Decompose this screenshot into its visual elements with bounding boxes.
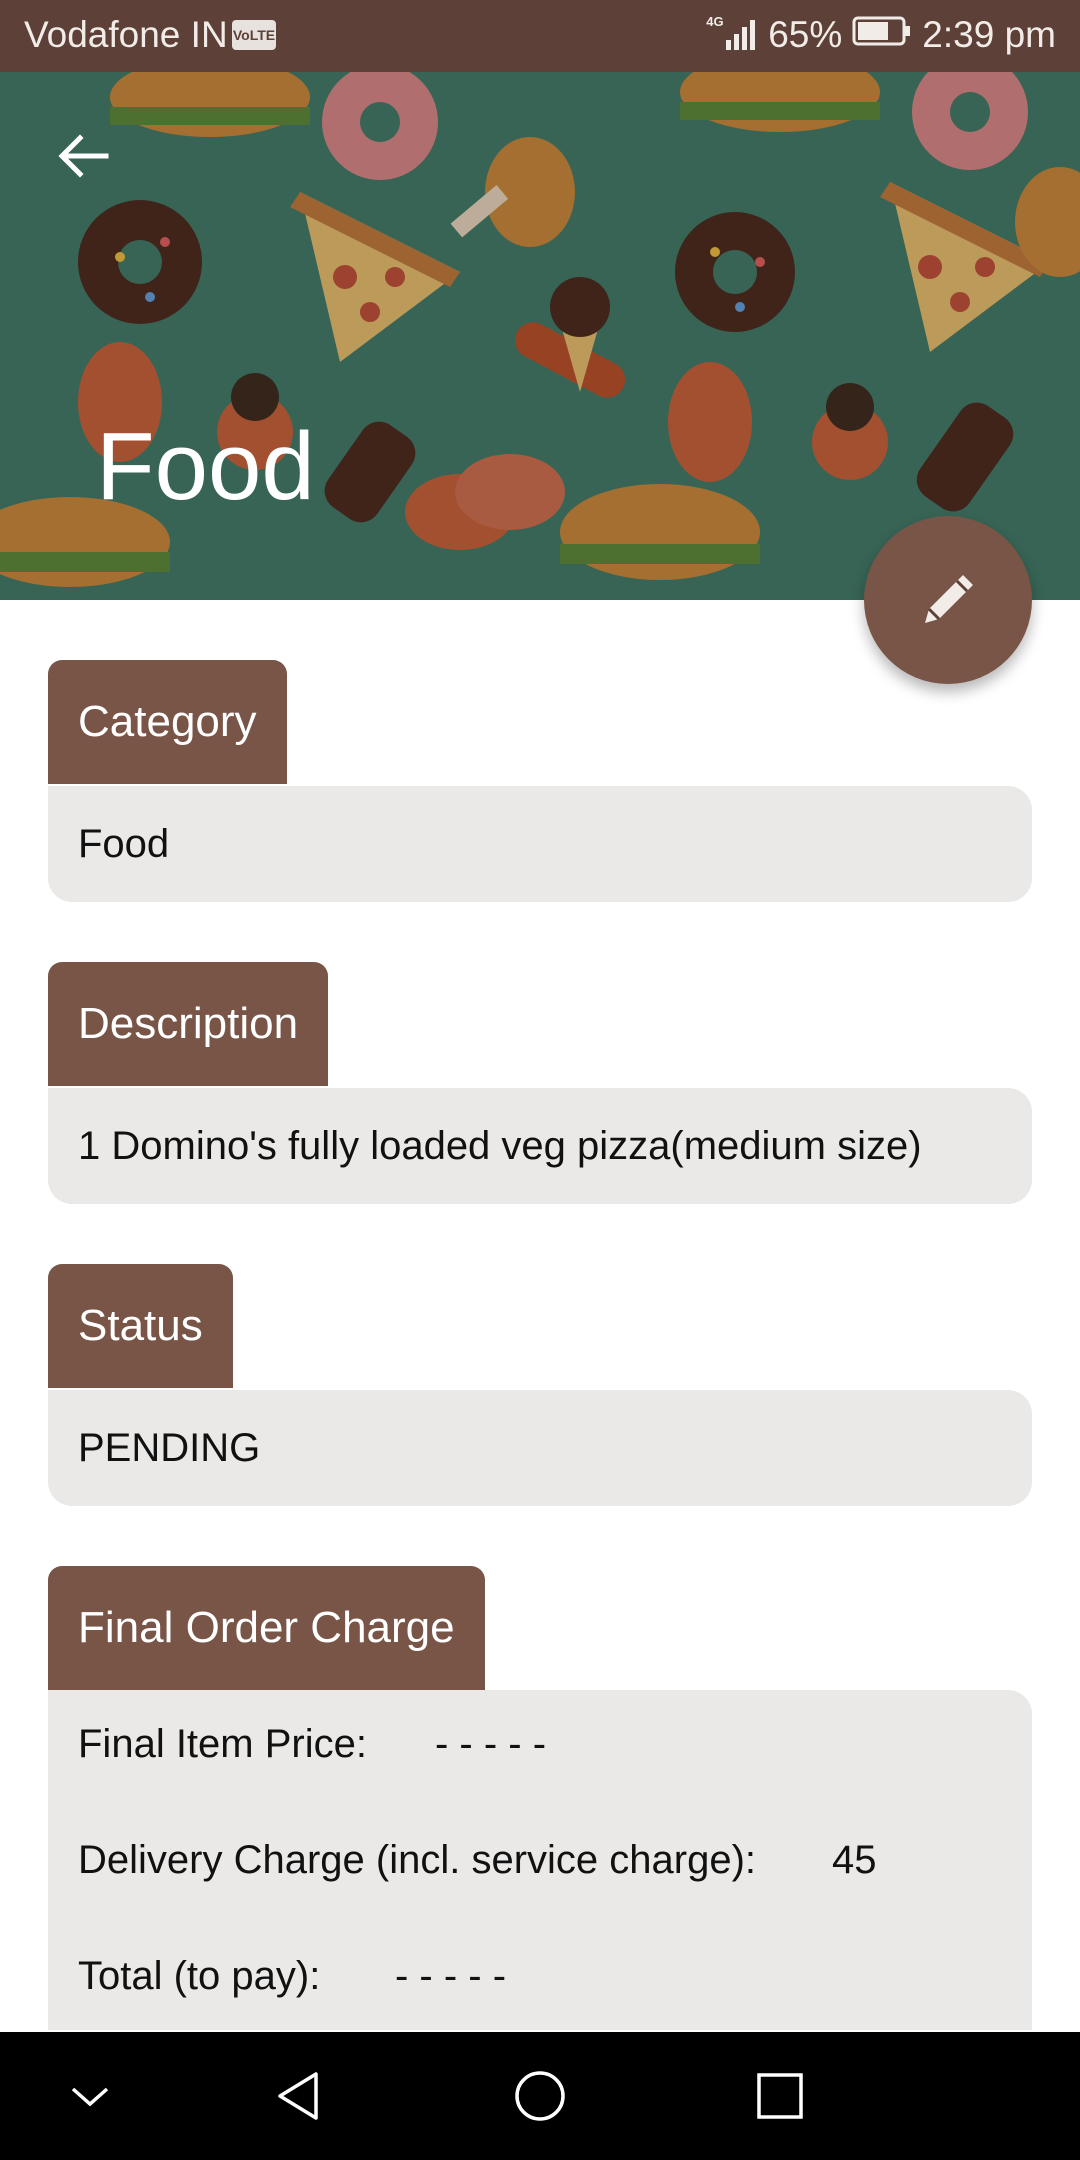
nav-recents-button[interactable]: [720, 2032, 840, 2160]
total-row: Total (to pay): - - - - -: [78, 1954, 506, 1999]
description-label: Description: [48, 962, 329, 1086]
status-value: PENDING: [48, 1390, 1032, 1506]
clock: 2:39 pm: [922, 14, 1056, 55]
description-value: 1 Domino's fully loaded veg pizza(medium…: [48, 1088, 1032, 1204]
category-value: Food: [48, 786, 1032, 902]
edit-button[interactable]: [864, 516, 1032, 684]
status-bar: Vodafone IN VoLTE 4G 65% 2:39 pm: [0, 0, 1080, 72]
nav-back-icon: [278, 2072, 318, 2120]
total-label: Total (to pay):: [78, 1954, 321, 1998]
battery-icon: [852, 14, 912, 56]
nav-collapse-icon: [71, 2087, 109, 2107]
item-price-label: Final Item Price:: [78, 1722, 367, 1766]
delivery-charge-value: 45: [832, 1838, 877, 1882]
nav-back-button[interactable]: [240, 2032, 360, 2160]
signal-icon: 4G: [706, 14, 758, 52]
final-order-charge-label: Final Order Charge: [48, 1566, 485, 1690]
nav-collapse-button[interactable]: [30, 2032, 150, 2160]
delivery-charge-label: Delivery Charge (incl. service charge):: [78, 1838, 757, 1882]
nav-home-button[interactable]: [480, 2032, 600, 2160]
system-nav-bar: [0, 2032, 1080, 2160]
charges-panel: Final Item Price: - - - - - Delivery Cha…: [48, 1690, 1032, 2030]
carrier-name: Vodafone IN: [24, 14, 228, 55]
pencil-icon: [925, 575, 973, 623]
back-arrow-icon: [58, 134, 109, 178]
total-value: - - - - -: [395, 1954, 507, 1998]
battery-percent: 65%: [768, 14, 843, 55]
status-indicators: 4G 65% 2:39 pm: [706, 14, 1056, 56]
item-price-value: - - - - -: [435, 1722, 547, 1766]
status-label: Status: [48, 1264, 233, 1388]
volte-badge: VoLTE: [232, 20, 276, 50]
page-title: Food: [96, 413, 315, 520]
nav-recents-icon: [757, 2073, 803, 2119]
category-label: Category: [48, 660, 287, 784]
delivery-charge-row: Delivery Charge (incl. service charge): …: [78, 1838, 877, 1883]
nav-home-icon: [515, 2071, 565, 2121]
item-price-row: Final Item Price: - - - - -: [78, 1722, 546, 1767]
back-button[interactable]: [52, 124, 116, 188]
